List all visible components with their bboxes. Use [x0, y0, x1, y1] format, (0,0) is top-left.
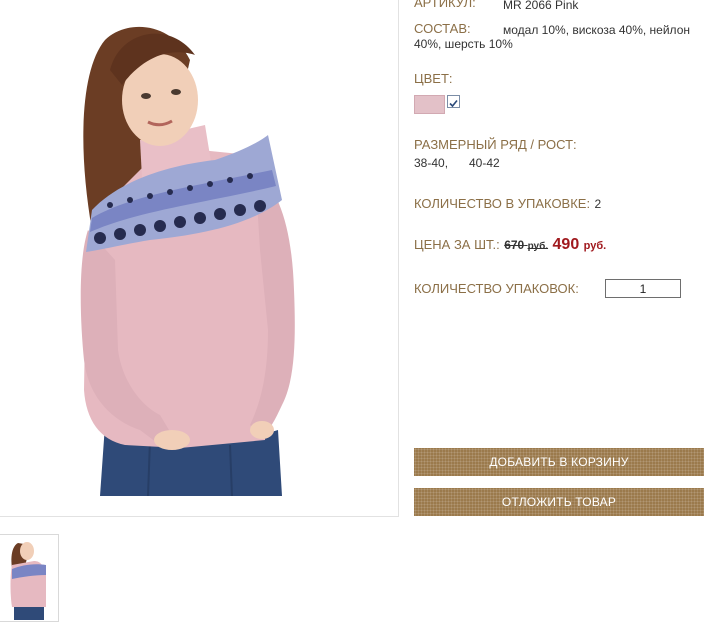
- size-option-38-40: 38-40,: [414, 156, 449, 170]
- size-option-40-42: 40-42: [469, 156, 500, 170]
- color-label: ЦВЕТ:: [414, 71, 453, 86]
- product-main-image[interactable]: [0, 0, 399, 517]
- thumbnail-photo: [0, 535, 58, 621]
- price-row: ЦЕНА ЗА ШТ.: 670 руб. 490 руб.: [414, 236, 606, 254]
- pack-quantity-label: КОЛИЧЕСТВО В УПАКОВКЕ:: [414, 196, 591, 211]
- article-label: АРТИКУЛ:: [414, 0, 476, 10]
- color-checkbox[interactable]: [447, 95, 460, 108]
- composition-line-2: 40%, шерсть 10%: [414, 37, 513, 51]
- pack-quantity-row: КОЛИЧЕСТВО В УПАКОВКЕ: 2: [414, 195, 601, 213]
- product-thumbnail[interactable]: [0, 534, 59, 622]
- packs-quantity-input[interactable]: [605, 279, 681, 298]
- model-photo: [0, 0, 398, 516]
- packs-count-label: КОЛИЧЕСТВО УПАКОВОК:: [414, 281, 579, 296]
- composition-label: СОСТАВ:: [414, 21, 471, 36]
- pack-quantity-value: 2: [594, 197, 602, 211]
- color-swatch-pink[interactable]: [414, 95, 445, 114]
- new-price-currency: руб.: [583, 240, 607, 252]
- checkmark-icon: [449, 99, 458, 108]
- old-price-currency: руб.: [527, 241, 549, 252]
- new-price: 490 руб.: [553, 236, 607, 253]
- new-price-value: 490: [552, 236, 580, 253]
- article-value: MR 2066 Pink: [503, 0, 579, 12]
- size-label: РАЗМЕРНЫЙ РЯД / РОСТ:: [414, 137, 577, 152]
- old-price: 670 руб.: [504, 238, 548, 252]
- price-label: ЦЕНА ЗА ШТ.:: [414, 237, 500, 252]
- add-to-cart-button[interactable]: ДОБАВИТЬ В КОРЗИНУ: [414, 448, 704, 476]
- save-item-button[interactable]: ОТЛОЖИТЬ ТОВАР: [414, 488, 704, 516]
- old-price-value: 670: [504, 238, 525, 252]
- composition-line-1: модал 10%, вискоза 40%, нейлон: [503, 23, 690, 37]
